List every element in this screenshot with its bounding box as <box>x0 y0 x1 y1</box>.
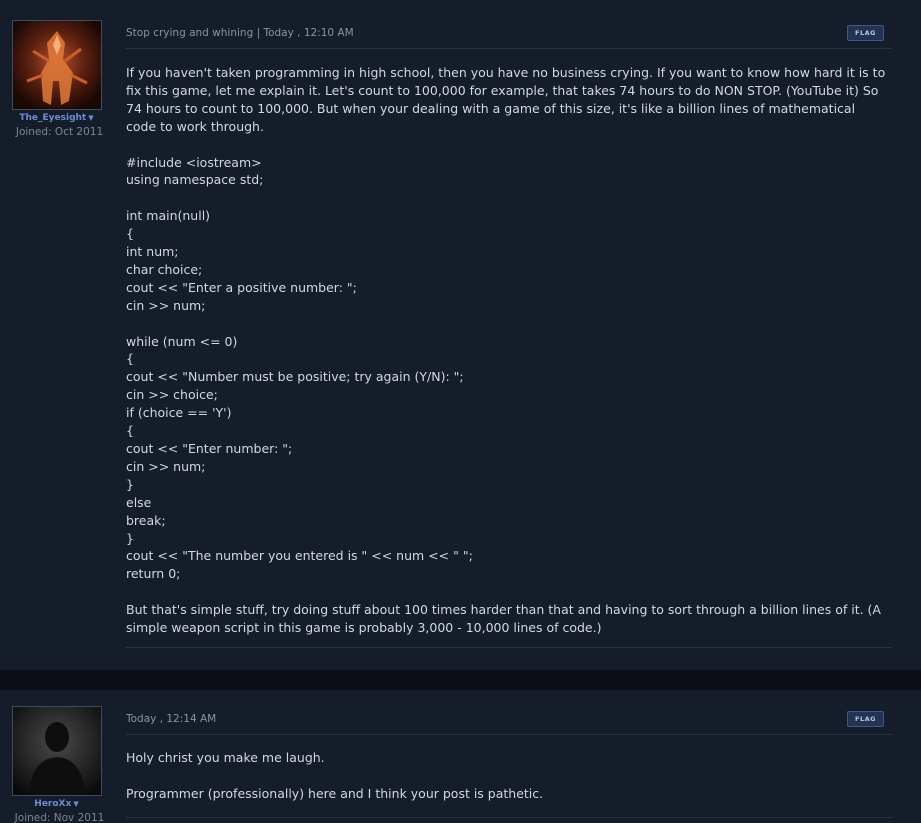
divider <box>126 647 892 648</box>
code-line: cin >> num; <box>126 297 206 313</box>
forum-post: The_Eyesight ▼ Joined: Oct 2011 Stop cryi… <box>0 0 921 670</box>
post-body: If you haven't taken programming in high… <box>126 64 888 655</box>
forum-thread: The_Eyesight ▼ Joined: Oct 2011 Stop cryi… <box>0 0 921 823</box>
code-line: } <box>126 530 134 546</box>
post-meta: Today , 12:14 AM <box>126 713 217 725</box>
code-line: while (num <= 0) <box>126 333 238 349</box>
divider <box>126 817 892 818</box>
post-paragraph: If you haven't taken programming in high… <box>126 65 886 134</box>
code-line: { <box>126 351 134 367</box>
post-paragraph: Programmer (professionally) here and I t… <box>126 785 544 801</box>
post-body: Holy christ you make me laugh. Programme… <box>126 749 888 821</box>
post-separator <box>0 670 921 690</box>
post-meta: Stop crying and whining | Today , 12:10 … <box>126 27 354 39</box>
code-line: int num; <box>126 244 179 260</box>
avatar-image <box>13 707 101 795</box>
post-paragraph: But that's simple stuff, try doing stuff… <box>126 602 881 636</box>
flag-button[interactable]: FLAG <box>847 711 884 727</box>
forum-post: HeroXx ▼ Joined: Nov 2011 Today , 12:14 A… <box>0 690 921 823</box>
code-line: cout << "Enter number: "; <box>126 440 293 456</box>
code-line: { <box>126 226 134 242</box>
avatar-image <box>13 21 101 109</box>
code-line: cin >> choice; <box>126 387 218 403</box>
avatar[interactable] <box>12 20 102 110</box>
username-text[interactable]: The_Eyesight <box>19 113 86 123</box>
flag-button[interactable]: FLAG <box>847 25 884 41</box>
username-text[interactable]: HeroXx <box>34 799 71 809</box>
username[interactable]: The_Eyesight ▼ <box>0 113 113 123</box>
avatar[interactable] <box>12 706 102 796</box>
username[interactable]: HeroXx ▼ <box>0 799 113 809</box>
code-block: #include <iostream> using namespace std; i… <box>126 154 888 584</box>
divider <box>126 734 892 735</box>
divider <box>126 48 892 49</box>
code-line: } <box>126 476 134 492</box>
post-paragraph: Holy christ you make me laugh. <box>126 750 325 765</box>
code-line: #include <iostream> <box>126 154 262 170</box>
caret-down-icon[interactable]: ▼ <box>88 114 93 122</box>
code-line: int main(null) <box>126 208 211 224</box>
code-line: cout << "The number you entered is " << … <box>126 548 473 564</box>
join-date: Joined: Oct 2011 <box>15 126 104 138</box>
code-line: { <box>126 423 134 439</box>
code-line: else <box>126 494 152 510</box>
code-line: if (choice == 'Y') <box>126 405 232 421</box>
code-line: using namespace std; <box>126 172 264 188</box>
code-line: cout << "Number must be positive; try ag… <box>126 369 464 385</box>
join-date: Joined: Nov 2011 <box>14 812 105 823</box>
caret-down-icon[interactable]: ▼ <box>73 800 78 808</box>
code-line: return 0; <box>126 566 181 582</box>
code-line: char choice; <box>126 261 203 277</box>
code-line: cout << "Enter a positive number: "; <box>126 279 357 295</box>
code-line: cin >> num; <box>126 458 206 474</box>
code-line: break; <box>126 512 166 528</box>
